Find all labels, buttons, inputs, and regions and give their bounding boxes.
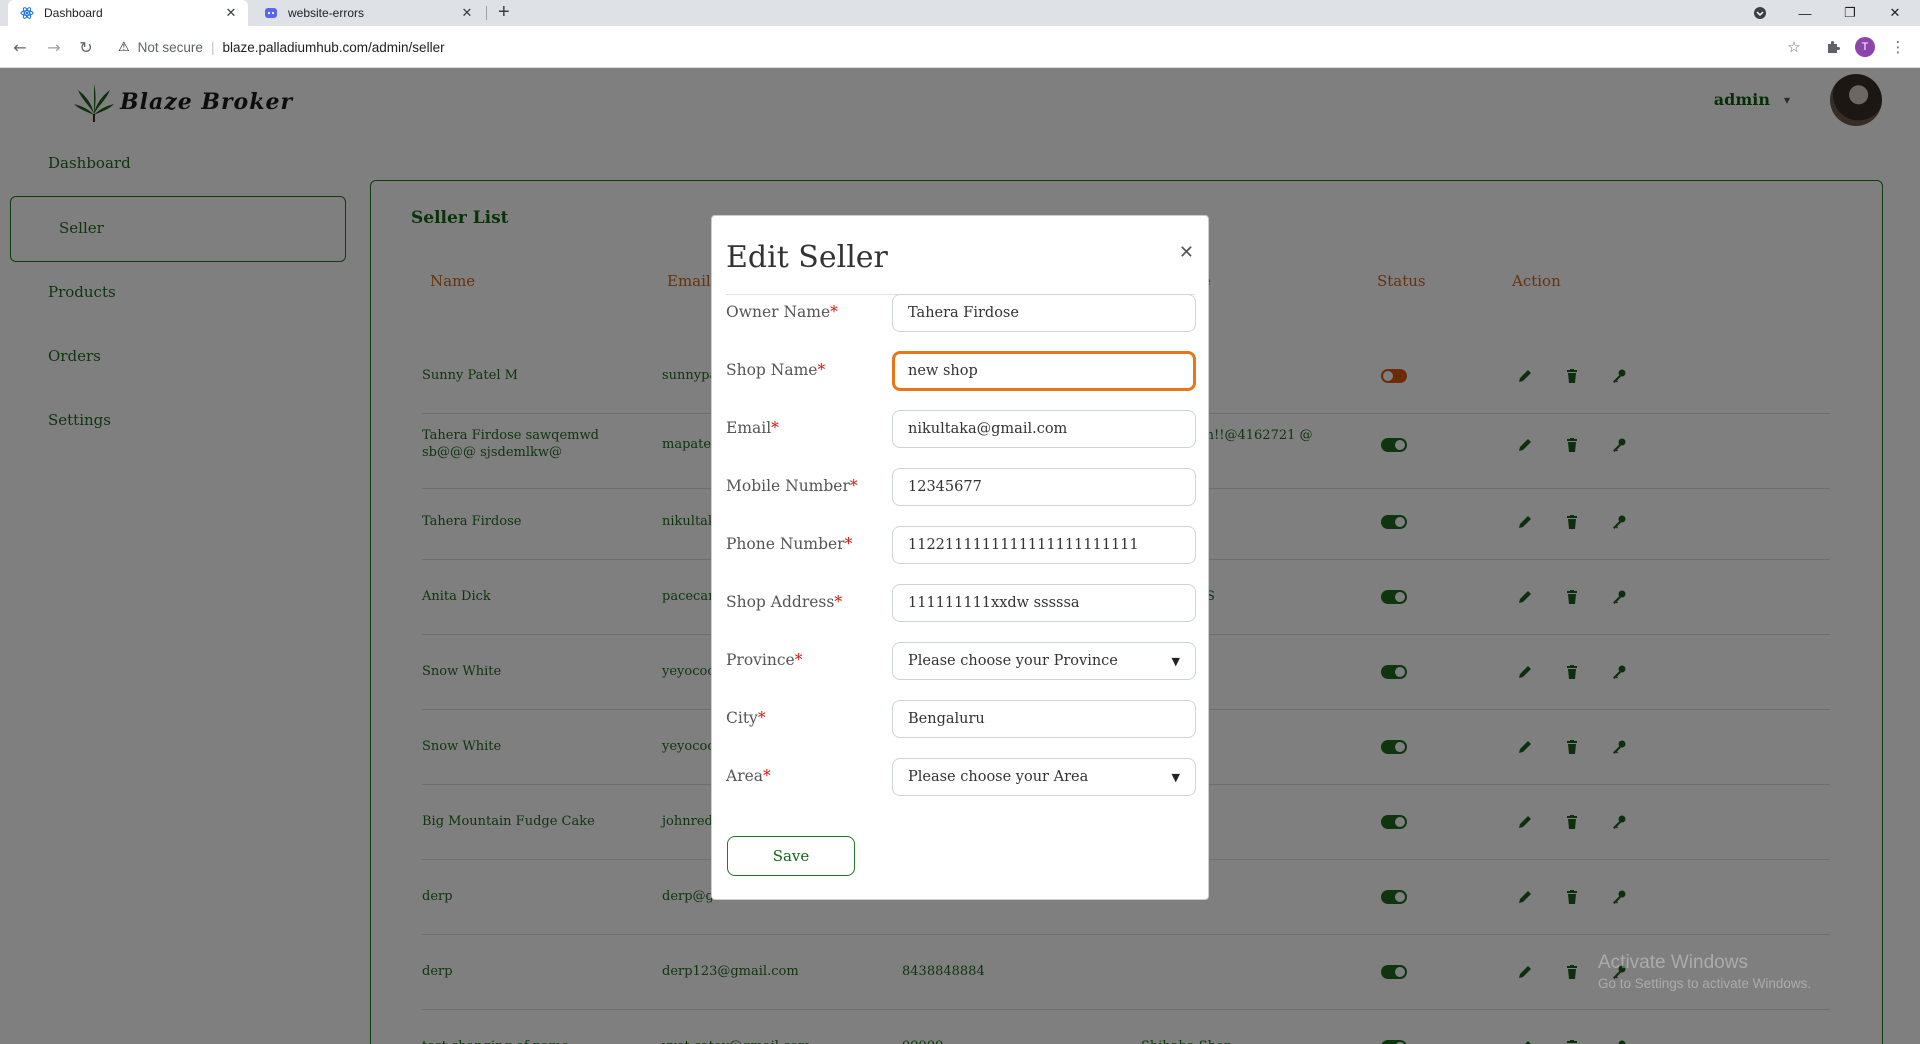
label-text: Shop Address [726, 593, 835, 611]
mobile-number-input[interactable] [892, 468, 1196, 506]
minimize-icon[interactable]: — [1785, 0, 1825, 26]
mobile-number-label: Mobile Number* [726, 477, 858, 495]
owner-name-label: Owner Name* [726, 303, 838, 321]
divider: | [210, 39, 215, 55]
shop-address-input[interactable] [892, 584, 1196, 622]
close-icon[interactable]: ✕ [1179, 242, 1194, 263]
close-icon[interactable]: ✕ [222, 5, 240, 21]
label-text: Email [726, 419, 772, 437]
url-omnibox[interactable]: ⚠ Not secure | blaze.palladiumhub.com/ad… [108, 31, 1808, 63]
modal-title: Edit Seller [726, 240, 888, 275]
tab-website-errors[interactable]: website-errors ✕ [252, 0, 484, 26]
required-mark: * [763, 767, 771, 785]
owner-name-input[interactable] [892, 294, 1196, 332]
label-text: City [726, 709, 758, 727]
browser-tab-strip: Dashboard ✕ website-errors ✕ + — ❐ ✕ [0, 0, 1920, 26]
restore-icon[interactable]: ❐ [1830, 0, 1870, 26]
activation-watermark-title: Activate Windows [1598, 952, 1748, 973]
province-label: Province* [726, 651, 802, 669]
admin-page: Blaze Broker admin ▾ Dashboard Seller Pr… [0, 68, 1920, 1044]
required-mark: * [771, 419, 779, 437]
selected-option: Please choose your Province [908, 653, 1118, 669]
city-input[interactable] [892, 700, 1196, 738]
address-bar: ← → ↻ ⚠ Not secure | blaze.palladiumhub.… [0, 26, 1920, 68]
react-icon [20, 6, 34, 20]
bookmark-star-icon[interactable]: ☆ [1782, 35, 1806, 59]
tab-separator [486, 6, 487, 20]
save-button[interactable]: Save [727, 836, 855, 876]
forward-icon[interactable]: → [42, 35, 66, 59]
label-text: Mobile Number [726, 477, 850, 495]
chevron-down-icon: ▼ [1171, 654, 1180, 668]
required-mark: * [757, 709, 766, 727]
label-text: Owner Name [726, 303, 831, 321]
label-text: Province [726, 651, 795, 669]
tab-title: Dashboard [44, 6, 103, 20]
security-label[interactable]: Not secure [138, 40, 203, 55]
email-input[interactable] [892, 410, 1196, 448]
email-label: Email* [726, 419, 779, 437]
url-text[interactable]: blaze.palladiumhub.com/admin/seller [222, 40, 444, 55]
province-select[interactable]: Please choose your Province ▼ [892, 642, 1196, 680]
required-mark: * [794, 651, 803, 669]
chevron-down-icon: ▼ [1171, 770, 1180, 784]
tab-dashboard[interactable]: Dashboard ✕ [8, 0, 248, 26]
area-select[interactable]: Please choose your Area ▼ [892, 758, 1196, 796]
tab-search-icon[interactable] [1740, 0, 1780, 26]
required-mark: * [817, 361, 826, 379]
warning-icon[interactable]: ⚠ [118, 40, 130, 55]
window-close-icon[interactable]: ✕ [1875, 0, 1915, 26]
label-text: Area [726, 767, 764, 785]
profile-icon[interactable]: T [1853, 35, 1877, 59]
label-text: Phone Number [726, 535, 845, 553]
close-icon[interactable]: ✕ [458, 5, 476, 21]
label-text: Shop Name [726, 361, 818, 379]
required-mark: * [834, 593, 843, 611]
required-mark: * [844, 535, 853, 553]
back-icon[interactable]: ← [8, 35, 32, 59]
required-mark: * [849, 477, 858, 495]
area-label: Area* [726, 767, 771, 785]
shop-name-label: Shop Name* [726, 361, 825, 379]
city-label: City* [726, 709, 766, 727]
discord-icon [264, 6, 278, 20]
reload-icon[interactable]: ↻ [74, 35, 98, 59]
activation-watermark-subtitle: Go to Settings to activate Windows. [1598, 976, 1812, 991]
shop-address-label: Shop Address* [726, 593, 842, 611]
phone-number-input[interactable] [892, 526, 1196, 564]
new-tab-icon[interactable]: + [498, 1, 510, 24]
more-menu-icon[interactable]: ⋮ [1886, 35, 1910, 59]
required-mark: * [830, 303, 838, 321]
phone-number-label: Phone Number* [726, 535, 852, 553]
shop-name-input[interactable] [892, 351, 1196, 391]
tab-title: website-errors [288, 6, 365, 20]
selected-option: Please choose your Area [908, 769, 1089, 785]
extensions-puzzle-icon[interactable] [1821, 35, 1845, 59]
edit-seller-modal: Edit Seller ✕ Owner Name*Shop Name*Email… [711, 215, 1209, 900]
